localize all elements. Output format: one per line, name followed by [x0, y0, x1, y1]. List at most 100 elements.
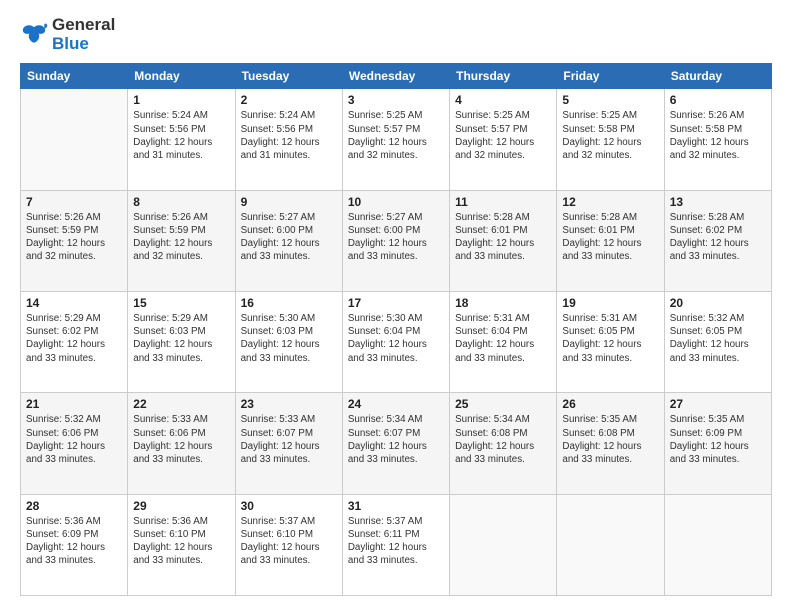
day-number: 27: [670, 397, 766, 411]
calendar-cell: [664, 494, 771, 595]
day-info: Sunrise: 5:27 AM Sunset: 6:00 PM Dayligh…: [348, 211, 444, 264]
logo-bird-icon: [20, 21, 48, 49]
day-info: Sunrise: 5:26 AM Sunset: 5:59 PM Dayligh…: [26, 211, 122, 264]
calendar-cell: 1 Sunrise: 5:24 AM Sunset: 5:56 PM Daylig…: [128, 89, 235, 190]
day-number: 12: [562, 195, 658, 209]
day-number: 24: [348, 397, 444, 411]
calendar-cell: 12 Sunrise: 5:28 AM Sunset: 6:01 PM Dayli…: [557, 190, 664, 291]
day-number: 4: [455, 93, 551, 107]
day-info: Sunrise: 5:34 AM Sunset: 6:07 PM Dayligh…: [348, 413, 444, 466]
day-info: Sunrise: 5:24 AM Sunset: 5:56 PM Dayligh…: [241, 109, 337, 162]
day-info: Sunrise: 5:28 AM Sunset: 6:01 PM Dayligh…: [562, 211, 658, 264]
weekday-header-friday: Friday: [557, 64, 664, 89]
day-number: 31: [348, 499, 444, 513]
calendar-cell: 30 Sunrise: 5:37 AM Sunset: 6:10 PM Dayli…: [235, 494, 342, 595]
day-info: Sunrise: 5:29 AM Sunset: 6:02 PM Dayligh…: [26, 312, 122, 365]
calendar-cell: 2 Sunrise: 5:24 AM Sunset: 5:56 PM Daylig…: [235, 89, 342, 190]
calendar-cell: 3Sunrise: 5:25 AM Sunset: 5:57 PM Daylig…: [342, 89, 449, 190]
day-number: 25: [455, 397, 551, 411]
day-number: 11: [455, 195, 551, 209]
calendar-cell: 20Sunrise: 5:32 AM Sunset: 6:05 PM Dayli…: [664, 292, 771, 393]
day-info: Sunrise: 5:32 AM Sunset: 6:05 PM Dayligh…: [670, 312, 766, 365]
weekday-header-monday: Monday: [128, 64, 235, 89]
day-number: 17: [348, 296, 444, 310]
day-info: Sunrise: 5:30 AM Sunset: 6:04 PM Dayligh…: [348, 312, 444, 365]
day-info: Sunrise: 5:30 AM Sunset: 6:03 PM Dayligh…: [241, 312, 337, 365]
day-number: 19: [562, 296, 658, 310]
calendar-cell: 23 Sunrise: 5:33 AM Sunset: 6:07 PM Dayli…: [235, 393, 342, 494]
calendar-cell: 25 Sunrise: 5:34 AM Sunset: 6:08 PM Dayli…: [450, 393, 557, 494]
week-row-4: 21 Sunrise: 5:32 AM Sunset: 6:06 PM Dayli…: [21, 393, 772, 494]
day-info: Sunrise: 5:31 AM Sunset: 6:04 PM Dayligh…: [455, 312, 551, 365]
calendar-cell: 6Sunrise: 5:26 AM Sunset: 5:58 PM Daylig…: [664, 89, 771, 190]
calendar-cell: 22 Sunrise: 5:33 AM Sunset: 6:06 PM Dayli…: [128, 393, 235, 494]
calendar-cell: 18 Sunrise: 5:31 AM Sunset: 6:04 PM Dayli…: [450, 292, 557, 393]
day-info: Sunrise: 5:34 AM Sunset: 6:08 PM Dayligh…: [455, 413, 551, 466]
day-number: 28: [26, 499, 122, 513]
day-info: Sunrise: 5:32 AM Sunset: 6:06 PM Dayligh…: [26, 413, 122, 466]
weekday-header-row: SundayMondayTuesdayWednesdayThursdayFrid…: [21, 64, 772, 89]
calendar-cell: 26 Sunrise: 5:35 AM Sunset: 6:08 PM Dayli…: [557, 393, 664, 494]
day-number: 10: [348, 195, 444, 209]
day-info: Sunrise: 5:24 AM Sunset: 5:56 PM Dayligh…: [133, 109, 229, 162]
calendar-cell: 7 Sunrise: 5:26 AM Sunset: 5:59 PM Daylig…: [21, 190, 128, 291]
calendar-table: SundayMondayTuesdayWednesdayThursdayFrid…: [20, 63, 772, 596]
day-info: Sunrise: 5:35 AM Sunset: 6:08 PM Dayligh…: [562, 413, 658, 466]
day-info: Sunrise: 5:37 AM Sunset: 6:10 PM Dayligh…: [241, 515, 337, 568]
day-number: 26: [562, 397, 658, 411]
day-info: Sunrise: 5:25 AM Sunset: 5:58 PM Dayligh…: [562, 109, 658, 162]
weekday-header-sunday: Sunday: [21, 64, 128, 89]
calendar-cell: 5 Sunrise: 5:25 AM Sunset: 5:58 PM Daylig…: [557, 89, 664, 190]
day-info: Sunrise: 5:26 AM Sunset: 5:59 PM Dayligh…: [133, 211, 229, 264]
day-number: 5: [562, 93, 658, 107]
day-info: Sunrise: 5:37 AM Sunset: 6:11 PM Dayligh…: [348, 515, 444, 568]
calendar-cell: 16Sunrise: 5:30 AM Sunset: 6:03 PM Dayli…: [235, 292, 342, 393]
calendar-cell: 31 Sunrise: 5:37 AM Sunset: 6:11 PM Dayli…: [342, 494, 449, 595]
day-info: Sunrise: 5:36 AM Sunset: 6:10 PM Dayligh…: [133, 515, 229, 568]
day-info: Sunrise: 5:35 AM Sunset: 6:09 PM Dayligh…: [670, 413, 766, 466]
day-number: 1: [133, 93, 229, 107]
day-number: 18: [455, 296, 551, 310]
page: General Blue SundayMondayTuesdayWednesda…: [0, 0, 792, 612]
day-info: Sunrise: 5:27 AM Sunset: 6:00 PM Dayligh…: [241, 211, 337, 264]
calendar-cell: 11 Sunrise: 5:28 AM Sunset: 6:01 PM Dayli…: [450, 190, 557, 291]
calendar-cell: 13Sunrise: 5:28 AM Sunset: 6:02 PM Dayli…: [664, 190, 771, 291]
day-number: 9: [241, 195, 337, 209]
day-number: 15: [133, 296, 229, 310]
day-number: 13: [670, 195, 766, 209]
calendar-cell: 29 Sunrise: 5:36 AM Sunset: 6:10 PM Dayli…: [128, 494, 235, 595]
calendar-cell: 19Sunrise: 5:31 AM Sunset: 6:05 PM Dayli…: [557, 292, 664, 393]
day-info: Sunrise: 5:28 AM Sunset: 6:01 PM Dayligh…: [455, 211, 551, 264]
day-number: 8: [133, 195, 229, 209]
day-info: Sunrise: 5:33 AM Sunset: 6:06 PM Dayligh…: [133, 413, 229, 466]
weekday-header-tuesday: Tuesday: [235, 64, 342, 89]
day-number: 23: [241, 397, 337, 411]
day-number: 14: [26, 296, 122, 310]
calendar-cell: [450, 494, 557, 595]
day-info: Sunrise: 5:25 AM Sunset: 5:57 PM Dayligh…: [348, 109, 444, 162]
calendar-cell: 24 Sunrise: 5:34 AM Sunset: 6:07 PM Dayli…: [342, 393, 449, 494]
day-number: 29: [133, 499, 229, 513]
day-number: 30: [241, 499, 337, 513]
week-row-3: 14 Sunrise: 5:29 AM Sunset: 6:02 PM Dayli…: [21, 292, 772, 393]
weekday-header-saturday: Saturday: [664, 64, 771, 89]
day-info: Sunrise: 5:26 AM Sunset: 5:58 PM Dayligh…: [670, 109, 766, 162]
calendar-cell: [21, 89, 128, 190]
calendar-cell: [557, 494, 664, 595]
logo: General Blue: [20, 16, 115, 53]
calendar-cell: 9 Sunrise: 5:27 AM Sunset: 6:00 PM Daylig…: [235, 190, 342, 291]
day-info: Sunrise: 5:29 AM Sunset: 6:03 PM Dayligh…: [133, 312, 229, 365]
day-number: 7: [26, 195, 122, 209]
day-number: 22: [133, 397, 229, 411]
calendar-cell: 21 Sunrise: 5:32 AM Sunset: 6:06 PM Dayli…: [21, 393, 128, 494]
day-info: Sunrise: 5:33 AM Sunset: 6:07 PM Dayligh…: [241, 413, 337, 466]
calendar-cell: 14 Sunrise: 5:29 AM Sunset: 6:02 PM Dayli…: [21, 292, 128, 393]
week-row-2: 7 Sunrise: 5:26 AM Sunset: 5:59 PM Daylig…: [21, 190, 772, 291]
calendar-cell: 15 Sunrise: 5:29 AM Sunset: 6:03 PM Dayli…: [128, 292, 235, 393]
header: General Blue: [20, 16, 772, 53]
week-row-5: 28Sunrise: 5:36 AM Sunset: 6:09 PM Dayli…: [21, 494, 772, 595]
calendar-cell: 27 Sunrise: 5:35 AM Sunset: 6:09 PM Dayli…: [664, 393, 771, 494]
day-number: 2: [241, 93, 337, 107]
day-info: Sunrise: 5:25 AM Sunset: 5:57 PM Dayligh…: [455, 109, 551, 162]
day-number: 21: [26, 397, 122, 411]
